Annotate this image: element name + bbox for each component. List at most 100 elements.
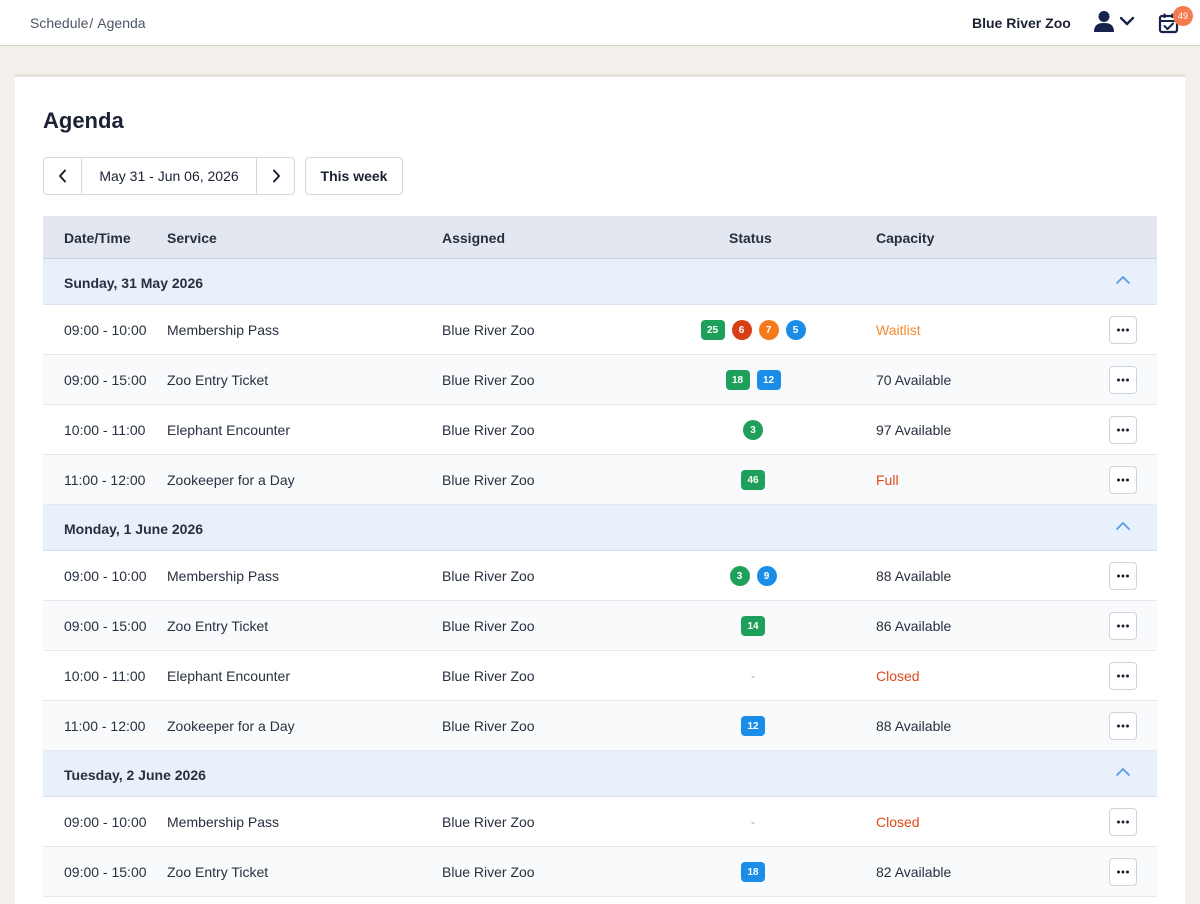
row-time: 09:00 - 15:00 (64, 618, 147, 634)
more-options-icon (1117, 574, 1129, 578)
row-service: Zoo Entry Ticket (167, 372, 269, 388)
table-row[interactable]: 09:00 - 10:00 Membership Pass Blue River Z… (43, 797, 1157, 847)
status-count-badge[interactable]: 9 (756, 566, 777, 586)
status-count-badge[interactable]: 12 (756, 370, 781, 390)
row-actions-button[interactable] (1109, 712, 1137, 740)
breadcrumb-schedule[interactable]: Schedule (30, 15, 88, 31)
row-time: 09:00 - 15:00 (64, 864, 147, 880)
user-icon (1094, 11, 1114, 32)
date-range-label[interactable]: May 31 - Jun 06, 2026 (81, 158, 257, 194)
row-time: 09:00 - 10:00 (64, 814, 147, 830)
row-actions-button[interactable] (1109, 612, 1137, 640)
user-menu-button[interactable] (1093, 10, 1139, 34)
row-capacity: 70 Available (876, 372, 952, 388)
organization-name: Blue River Zoo (972, 15, 1071, 31)
this-week-button[interactable]: This week (305, 157, 403, 195)
row-capacity: Full (876, 472, 899, 488)
more-options-icon (1117, 378, 1129, 382)
row-capacity: Waitlist (876, 322, 921, 338)
row-actions-button[interactable] (1109, 316, 1137, 344)
agenda-table: Date/Time Service Assigned Status Capaci… (43, 216, 1157, 897)
status-count-badge[interactable]: 25 (700, 320, 725, 340)
day-group-header[interactable]: Monday, 1 June 2026 (43, 505, 1157, 551)
row-service: Zoo Entry Ticket (167, 864, 269, 880)
row-actions-button[interactable] (1109, 858, 1137, 886)
row-capacity: Closed (876, 814, 920, 830)
next-week-button[interactable] (257, 158, 294, 194)
row-service: Zoo Entry Ticket (167, 618, 269, 634)
column-header-status: Status (729, 230, 772, 246)
row-assigned: Blue River Zoo (442, 864, 535, 880)
table-row[interactable]: 09:00 - 10:00 Membership Pass Blue River Z… (43, 305, 1157, 355)
status-count-badge[interactable]: 3 (743, 420, 763, 440)
row-status: 18 (653, 861, 853, 883)
row-assigned: Blue River Zoo (442, 322, 535, 338)
row-assigned: Blue River Zoo (442, 422, 535, 438)
chevron-right-icon (272, 169, 280, 183)
status-count-badge[interactable]: 5 (785, 320, 806, 340)
status-empty: - (751, 815, 755, 829)
row-capacity: 88 Available (876, 568, 952, 584)
row-status: 12 (653, 715, 853, 737)
more-options-icon (1117, 870, 1129, 874)
table-row[interactable]: 11:00 - 12:00 Zookeeper for a Day Blue Riv… (43, 455, 1157, 505)
more-options-icon (1117, 428, 1129, 432)
chevron-up-icon (1116, 276, 1130, 284)
row-actions-button[interactable] (1109, 662, 1137, 690)
column-header-datetime: Date/Time (64, 230, 131, 246)
day-group-title: Tuesday, 2 June 2026 (64, 767, 206, 783)
table-row[interactable]: 09:00 - 15:00 Zoo Entry Ticket Blue River … (43, 847, 1157, 897)
table-header: Date/Time Service Assigned Status Capaci… (43, 216, 1157, 259)
row-time: 10:00 - 11:00 (64, 422, 146, 438)
collapse-group-toggle[interactable] (1114, 273, 1132, 287)
row-capacity: 97 Available (876, 422, 952, 438)
collapse-group-toggle[interactable] (1114, 765, 1132, 779)
day-group-header[interactable]: Sunday, 31 May 2026 (43, 259, 1157, 305)
row-service: Elephant Encounter (167, 668, 290, 684)
day-group-title: Monday, 1 June 2026 (64, 521, 204, 537)
row-time: 09:00 - 10:00 (64, 568, 147, 584)
row-actions-button[interactable] (1109, 808, 1137, 836)
more-options-icon (1117, 478, 1129, 482)
row-assigned: Blue River Zoo (442, 718, 535, 734)
row-actions-button[interactable] (1109, 416, 1137, 444)
status-count-badge[interactable]: 14 (741, 616, 765, 636)
chevron-up-icon (1116, 768, 1130, 776)
table-row[interactable]: 09:00 - 15:00 Zoo Entry Ticket Blue River … (43, 601, 1157, 651)
table-row[interactable]: 10:00 - 11:00 Elephant Encounter Blue Rive… (43, 405, 1157, 455)
day-group-title: Sunday, 31 May 2026 (64, 275, 204, 291)
table-row[interactable]: 09:00 - 15:00 Zoo Entry Ticket Blue River … (43, 355, 1157, 405)
more-options-icon (1117, 624, 1129, 628)
status-count-badge[interactable]: 46 (741, 470, 765, 490)
status-count-badge[interactable]: 18 (725, 370, 750, 390)
row-time: 11:00 - 12:00 (64, 718, 146, 734)
chevron-up-icon (1116, 522, 1130, 530)
agenda-card: Agenda May 31 - Jun 06, 2026 This week D… (15, 74, 1185, 904)
row-status: 46 (653, 469, 853, 491)
previous-week-button[interactable] (44, 158, 81, 194)
row-service: Elephant Encounter (167, 422, 290, 438)
row-status: 18 12 (653, 369, 853, 391)
more-options-icon (1117, 724, 1129, 728)
row-actions-button[interactable] (1109, 466, 1137, 494)
status-count-badge[interactable]: 3 (729, 566, 750, 586)
breadcrumb-agenda: Agenda (97, 15, 146, 31)
status-count-badge[interactable]: 18 (741, 862, 765, 882)
status-count-badge[interactable]: 6 (731, 320, 752, 340)
row-actions-button[interactable] (1109, 366, 1137, 394)
row-capacity: 82 Available (876, 864, 952, 880)
day-group-header[interactable]: Tuesday, 2 June 2026 (43, 751, 1157, 797)
breadcrumb: Schedule/Agenda (30, 15, 146, 31)
row-status: - (653, 665, 853, 687)
status-count-badge[interactable]: 7 (758, 320, 779, 340)
row-actions-button[interactable] (1109, 562, 1137, 590)
table-row[interactable]: 10:00 - 11:00 Elephant Encounter Blue Rive… (43, 651, 1157, 701)
row-assigned: Blue River Zoo (442, 668, 535, 684)
status-count-badge[interactable]: 12 (741, 716, 765, 736)
row-status: 14 (653, 615, 853, 637)
row-assigned: Blue River Zoo (442, 618, 535, 634)
collapse-group-toggle[interactable] (1114, 519, 1132, 533)
table-row[interactable]: 09:00 - 10:00 Membership Pass Blue River Z… (43, 551, 1157, 601)
table-row[interactable]: 11:00 - 12:00 Zookeeper for a Day Blue Riv… (43, 701, 1157, 751)
chevron-left-icon (58, 169, 66, 183)
